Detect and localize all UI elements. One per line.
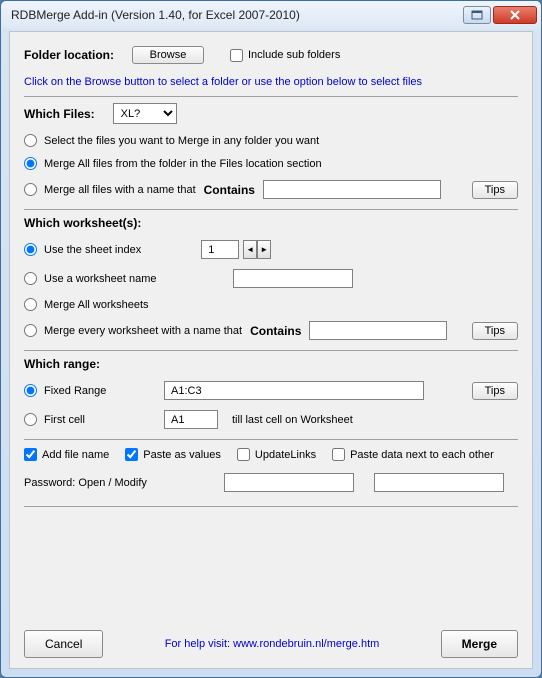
footer: Cancel For help visit: www.rondebruin.nl… — [24, 630, 518, 658]
paste-values-checkbox[interactable]: Paste as values — [125, 448, 221, 461]
update-links-input[interactable] — [237, 448, 250, 461]
sheets-option-name[interactable]: Use a worksheet name — [24, 272, 157, 285]
which-range-heading: Which range: — [24, 357, 100, 371]
files-radio-all[interactable] — [24, 157, 37, 170]
help-link[interactable]: For help visit: www.rondebruin.nl/merge.… — [165, 638, 380, 650]
password-modify-input[interactable] — [374, 473, 504, 492]
files-option-all[interactable]: Merge All files from the folder in the F… — [24, 157, 322, 170]
help-button[interactable] — [463, 6, 491, 24]
help-link-container: For help visit: www.rondebruin.nl/merge.… — [103, 638, 440, 650]
separator — [24, 506, 518, 507]
sheets-option-all[interactable]: Merge All worksheets — [24, 298, 149, 311]
include-subfolders-checkbox[interactable]: Include sub folders — [230, 49, 340, 62]
sheets-name-filter-input[interactable] — [309, 321, 447, 340]
files-tips-button[interactable]: Tips — [472, 181, 518, 199]
sheets-radio-index[interactable] — [24, 243, 37, 256]
close-button[interactable] — [493, 6, 537, 24]
separator — [24, 439, 518, 440]
files-contains-label: Contains — [204, 183, 255, 197]
files-radio-select[interactable] — [24, 134, 37, 147]
stepper-up-button[interactable]: ► — [257, 240, 271, 259]
sheet-name-input[interactable] — [233, 269, 353, 288]
fixed-range-input[interactable] — [164, 381, 424, 400]
add-filename-input[interactable] — [24, 448, 37, 461]
add-filename-checkbox[interactable]: Add file name — [24, 448, 109, 461]
range-radio-firstcell[interactable] — [24, 413, 37, 426]
range-radio-fixed[interactable] — [24, 384, 37, 397]
sheets-radio-name[interactable] — [24, 272, 37, 285]
separator — [24, 96, 518, 97]
sheet-index-stepper: ◄ ► — [243, 240, 271, 259]
which-files-heading: Which Files: — [24, 107, 95, 121]
sheets-tips-button[interactable]: Tips — [472, 322, 518, 340]
files-name-input[interactable] — [263, 180, 441, 199]
range-option-fixed[interactable]: Fixed Range — [24, 384, 164, 397]
include-subfolders-input[interactable] — [230, 49, 243, 62]
files-radio-name[interactable] — [24, 183, 37, 196]
file-type-select[interactable]: XL? — [113, 103, 177, 124]
range-option-firstcell[interactable]: First cell — [24, 413, 164, 426]
paste-next-checkbox[interactable]: Paste data next to each other — [332, 448, 494, 461]
sheets-option-index[interactable]: Use the sheet index — [24, 243, 141, 256]
browse-button[interactable]: Browse — [132, 46, 204, 64]
titlebar[interactable]: RDBMerge Add-in (Version 1.40, for Excel… — [1, 1, 541, 29]
which-sheets-heading: Which worksheet(s): — [24, 216, 141, 230]
client-area: Folder location: Browse Include sub fold… — [9, 31, 533, 669]
cancel-button[interactable]: Cancel — [24, 630, 103, 658]
folder-location-label: Folder location: — [24, 48, 114, 62]
sheets-radio-every[interactable] — [24, 324, 37, 337]
separator — [24, 350, 518, 351]
sheets-option-every[interactable]: Merge every worksheet with a name that — [24, 324, 242, 337]
merge-button[interactable]: Merge — [441, 630, 518, 658]
window-title: RDBMerge Add-in (Version 1.40, for Excel… — [11, 8, 461, 22]
files-option-select[interactable]: Select the files you want to Merge in an… — [24, 134, 319, 147]
range-tips-button[interactable]: Tips — [472, 382, 518, 400]
paste-next-input[interactable] — [332, 448, 345, 461]
separator — [24, 209, 518, 210]
first-cell-suffix: till last cell on Worksheet — [232, 414, 353, 426]
paste-values-input[interactable] — [125, 448, 138, 461]
browse-hint-link[interactable]: Click on the Browse button to select a f… — [24, 76, 422, 88]
first-cell-input[interactable] — [164, 410, 218, 429]
sheets-radio-all[interactable] — [24, 298, 37, 311]
password-label: Password: Open / Modify — [24, 477, 224, 489]
stepper-down-button[interactable]: ◄ — [243, 240, 257, 259]
files-option-name[interactable]: Merge all files with a name that — [24, 183, 196, 196]
sheet-index-input[interactable] — [201, 240, 239, 259]
sheets-contains-label: Contains — [250, 324, 301, 338]
include-subfolders-label: Include sub folders — [248, 49, 340, 61]
password-open-input[interactable] — [224, 473, 354, 492]
update-links-checkbox[interactable]: UpdateLinks — [237, 448, 316, 461]
window-frame: RDBMerge Add-in (Version 1.40, for Excel… — [0, 0, 542, 678]
